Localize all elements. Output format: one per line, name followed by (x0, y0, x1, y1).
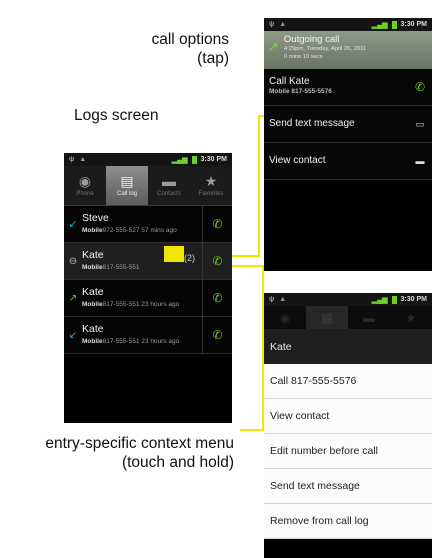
status-bar: ψ ▲ ▂▄▆ 3:30 PM (64, 153, 232, 166)
phone-handset-icon: ✆ (212, 217, 223, 231)
call-button[interactable]: ✆ (202, 280, 232, 316)
context-menu-title: Kate (264, 329, 432, 364)
status-time: 3:30 PM (400, 21, 427, 28)
call-log-icon: ▤ (120, 173, 134, 189)
context-menu-screen: ψ ▲ ▂▄▆ 3:30 PM ◉ ▤ ▬ ★ Kate Call 817-555… (264, 293, 432, 558)
context-menu: Kate Call 817-555-5576 View contact Edit… (264, 329, 432, 539)
call-details-header: ↗ Outgoing call 4:29pm, Tuesday, April 2… (264, 31, 432, 69)
call-contact-option[interactable]: Call Kate Mobile 817-555-5576 ✆ (264, 69, 432, 106)
status-bar: ψ ▲ ▂▄▆ 3:30 PM (264, 293, 432, 306)
menu-item-remove[interactable]: Remove from call log (264, 504, 432, 539)
incoming-call-icon: ↙ (68, 218, 78, 230)
caption-context-line2: (touch and hold) (121, 454, 234, 471)
tab-phone[interactable]: ◉ Phone (64, 166, 106, 205)
outgoing-call-icon: ↗ (68, 292, 78, 304)
caption-logs-screen: Logs screen (74, 107, 159, 124)
lock-icon: ▲ (79, 156, 87, 163)
phone-handset-icon: ✆ (212, 254, 223, 268)
phone-handset-icon: ✆ (414, 80, 426, 94)
connector-line (240, 429, 264, 431)
call-header-title: Outgoing call (283, 34, 340, 45)
call-header-duration: 0 mins 10 secs (283, 54, 323, 60)
incoming-call-icon: ↙ (68, 329, 78, 341)
send-text-option[interactable]: Send text message ▭ (264, 106, 432, 143)
dimmed-tab-bar: ◉ ▤ ▬ ★ (264, 306, 432, 329)
highlight-marker (164, 246, 184, 262)
call-log-icon: ▤ (306, 306, 348, 329)
connector-line (230, 265, 264, 267)
message-icon: ▭ (415, 118, 425, 129)
caption-call-options-line2: (tap) (197, 50, 229, 67)
menu-item-view-contact[interactable]: View contact (264, 399, 432, 434)
caption-context-line1: entry-specific context menu (45, 435, 234, 452)
signal-icon: ▂▄▆ (371, 21, 388, 29)
usb-icon: ψ (269, 296, 275, 303)
caption-call-options: call options (tap) (79, 30, 229, 68)
log-entry[interactable]: ↙ Kate Mobile817-555-551 23 hours ago ✆ (64, 317, 232, 354)
tab-favorites[interactable]: ★ Favorites (190, 166, 232, 205)
connector-line (230, 255, 260, 257)
tab-bar: ◉ Phone ▤ Call log ▬ Contacts ★ Favorite… (64, 166, 232, 206)
connector-line (258, 115, 260, 257)
battery-icon (191, 155, 197, 164)
log-entry[interactable]: ⊖ Kate Mobile817-555-551 (2) ✆ (64, 243, 232, 280)
caption-call-options-line1: call options (151, 31, 229, 48)
favorites-icon: ★ (405, 310, 417, 325)
tab-contacts[interactable]: ▬ Contacts (148, 166, 190, 205)
menu-item-edit-number[interactable]: Edit number before call (264, 434, 432, 469)
phone-handset-icon: ✆ (212, 328, 223, 342)
battery-icon (391, 20, 397, 29)
call-button[interactable]: ✆ (202, 206, 232, 242)
status-bar: ψ ▲ ▂▄▆ 3:30 PM (264, 18, 432, 31)
signal-icon: ▂▄▆ (171, 156, 188, 164)
phone-icon: ◉ (78, 173, 92, 189)
tab-call-log[interactable]: ▤ Call log (106, 166, 148, 205)
contacts-icon: ▬ (363, 310, 375, 325)
caption-context-menu: entry-specific context menu (touch and h… (38, 434, 234, 472)
call-button[interactable]: ✆ (202, 243, 232, 279)
lock-icon: ▲ (279, 296, 287, 303)
contact-card-icon: ▬ (415, 156, 425, 166)
call-options-screen: ψ ▲ ▂▄▆ 3:30 PM ↗ Outgoing call 4:29pm, T… (264, 18, 432, 271)
missed-call-icon: ⊖ (68, 255, 78, 267)
menu-item-call[interactable]: Call 817-555-5576 (264, 364, 432, 399)
status-time: 3:30 PM (200, 156, 227, 163)
call-count: (2) (184, 253, 195, 263)
signal-icon: ▂▄▆ (371, 296, 388, 304)
log-entry[interactable]: ↗ Kate Mobile817-555-551 23 hours ago ✆ (64, 280, 232, 317)
log-entry[interactable]: ↙ Steve Mobile972-555-527 57 mins ago ✆ (64, 206, 232, 243)
contacts-icon: ▬ (162, 173, 176, 189)
menu-item-send-text[interactable]: Send text message (264, 469, 432, 504)
lock-icon: ▲ (279, 21, 287, 28)
status-time: 3:30 PM (400, 296, 427, 303)
phone-handset-icon: ✆ (212, 291, 223, 305)
favorites-icon: ★ (204, 173, 218, 189)
view-contact-option[interactable]: View contact ▬ (264, 143, 432, 180)
outgoing-call-icon: ↗ (268, 39, 279, 54)
battery-icon (391, 295, 397, 304)
call-button[interactable]: ✆ (202, 317, 232, 353)
phone-icon: ◉ (279, 310, 291, 325)
call-header-datetime: 4:29pm, Tuesday, April 26, 2011 (283, 46, 367, 52)
usb-icon: ψ (269, 21, 275, 28)
usb-icon: ψ (69, 156, 75, 163)
logs-screen: ψ ▲ ▂▄▆ 3:30 PM ◉ Phone ▤ Call log ▬ Cont… (64, 153, 232, 423)
